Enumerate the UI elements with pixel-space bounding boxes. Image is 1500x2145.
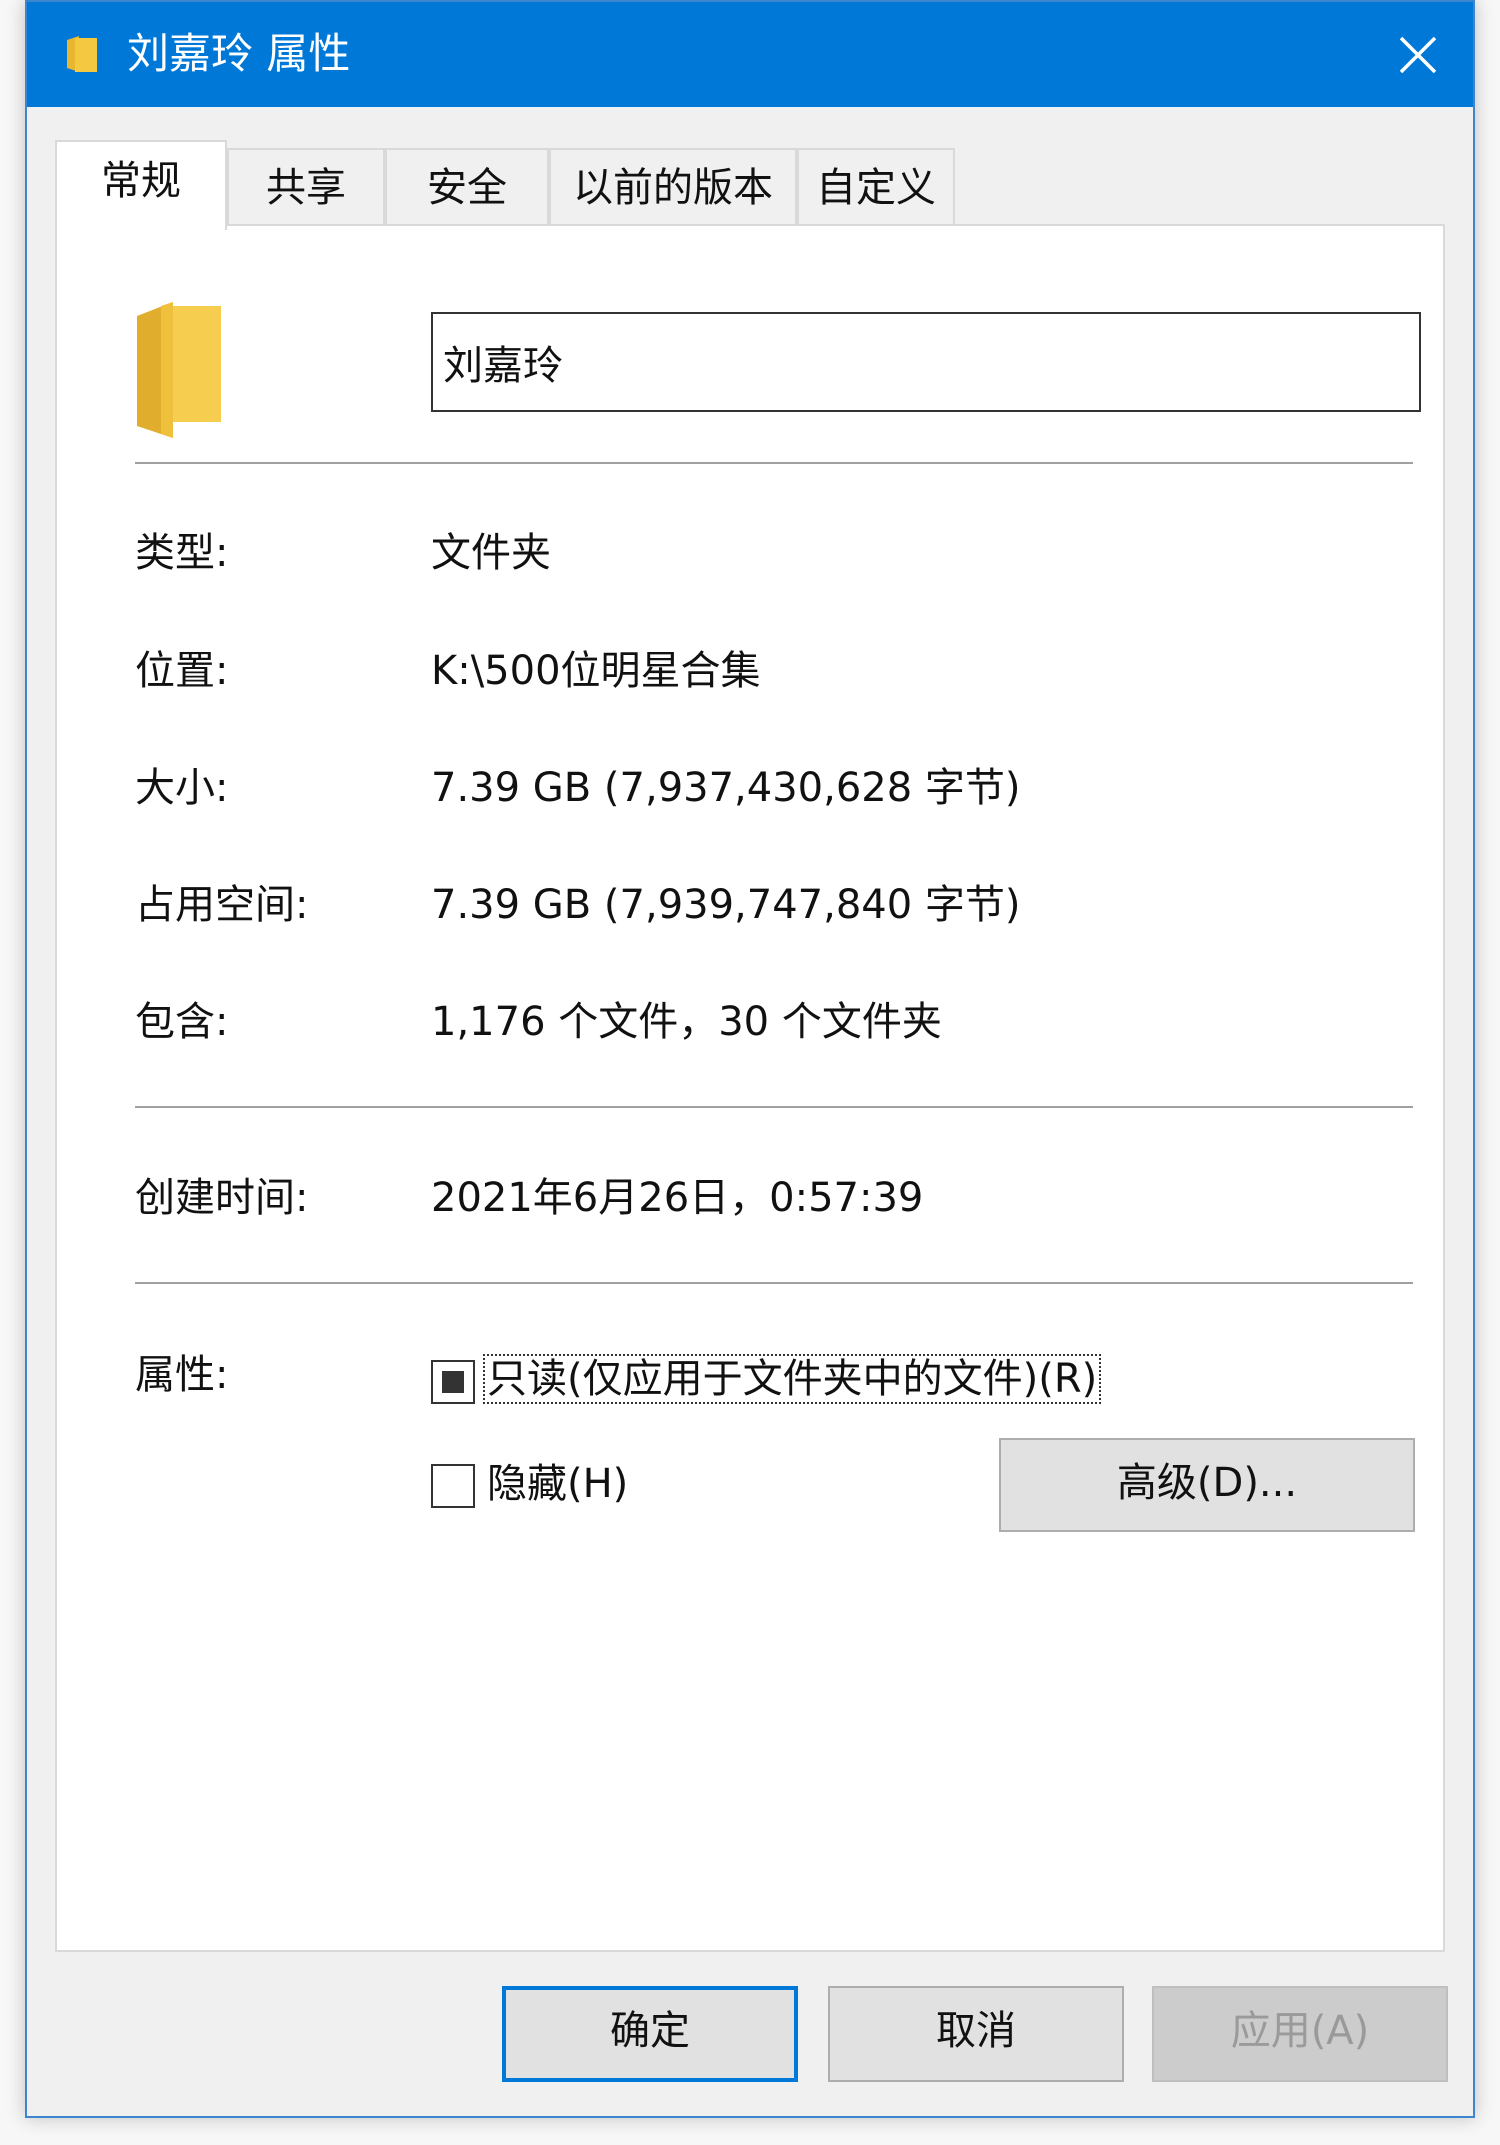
tab-security[interactable]: 安全 bbox=[385, 148, 549, 226]
folder-icon bbox=[67, 36, 97, 72]
divider bbox=[135, 462, 1413, 464]
readonly-label-text: 只读(仅应用于文件夹中的文件)(R) bbox=[483, 1354, 1102, 1404]
general-tab-panel: 类型: 文件夹 位置: K:\500位明星合集 大小: 7.39 GB (7,9… bbox=[55, 224, 1445, 1952]
advanced-button[interactable]: 高级(D)... bbox=[999, 1438, 1415, 1532]
location-label: 位置: bbox=[135, 648, 229, 694]
divider bbox=[135, 1282, 1413, 1284]
tab-previous-versions[interactable]: 以前的版本 bbox=[549, 148, 797, 226]
tab-customize[interactable]: 自定义 bbox=[797, 148, 955, 226]
apply-button: 应用(A) bbox=[1152, 1986, 1448, 2082]
readonly-label[interactable]: 只读(仅应用于文件夹中的文件)(R) bbox=[483, 1354, 1102, 1404]
title-bar[interactable]: 刘嘉玲 属性 bbox=[27, 2, 1473, 107]
window-title: 刘嘉玲 属性 bbox=[127, 29, 351, 78]
location-value: K:\500位明星合集 bbox=[431, 648, 761, 694]
cancel-button[interactable]: 取消 bbox=[828, 1986, 1124, 2082]
properties-dialog: 刘嘉玲 属性 常规 共享 安全 以前的版本 自定义 类型: 文件夹 位置: K:… bbox=[25, 0, 1475, 2118]
size-on-disk-label: 占用空间: bbox=[135, 882, 309, 928]
attributes-label: 属性: bbox=[135, 1352, 229, 1398]
type-value: 文件夹 bbox=[431, 530, 551, 576]
tab-general[interactable]: 常规 bbox=[55, 140, 227, 230]
folder-icon bbox=[137, 302, 221, 438]
contains-label: 包含: bbox=[135, 999, 229, 1045]
close-icon bbox=[1399, 36, 1437, 73]
type-label: 类型: bbox=[135, 530, 229, 576]
hidden-label[interactable]: 隐藏(H) bbox=[487, 1459, 628, 1509]
ok-button[interactable]: 确定 bbox=[502, 1986, 798, 2082]
size-on-disk-value: 7.39 GB (7,939,747,840 字节) bbox=[431, 882, 1021, 928]
size-value: 7.39 GB (7,937,430,628 字节) bbox=[431, 765, 1021, 811]
divider bbox=[135, 1106, 1413, 1108]
tab-sharing[interactable]: 共享 bbox=[227, 148, 385, 226]
hidden-checkbox[interactable] bbox=[431, 1464, 475, 1508]
created-label: 创建时间: bbox=[135, 1175, 309, 1221]
created-value: 2021年6月26日，0:57:39 bbox=[431, 1175, 924, 1221]
contains-value: 1,176 个文件，30 个文件夹 bbox=[431, 999, 942, 1045]
readonly-checkbox[interactable] bbox=[431, 1360, 475, 1404]
size-label: 大小: bbox=[135, 765, 229, 811]
folder-name-input[interactable] bbox=[431, 312, 1421, 412]
close-button[interactable] bbox=[1363, 2, 1473, 107]
